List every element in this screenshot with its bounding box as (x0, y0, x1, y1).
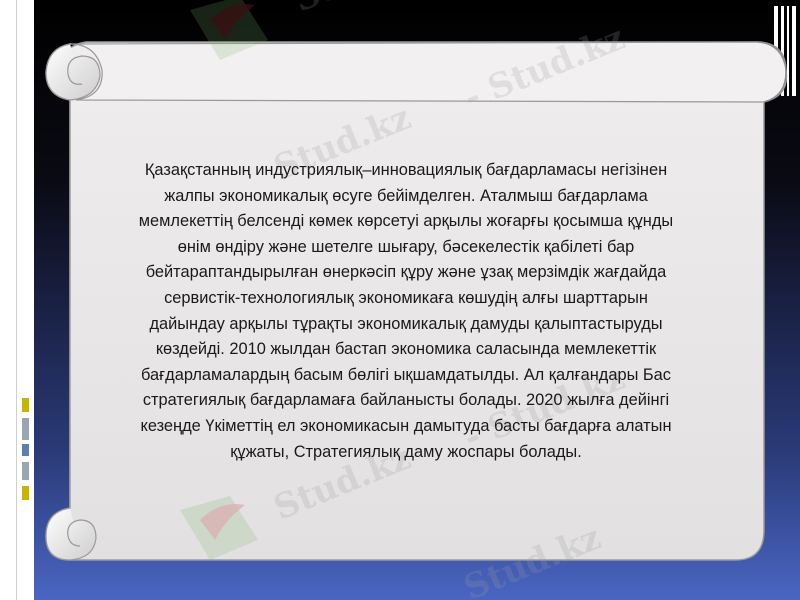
text-line: бағдарламалардың басым бөлігі ықшамдатыл… (141, 365, 671, 384)
text-line: Қазақстанның индустриялық–инновациялық б… (144, 161, 668, 179)
text-line: жалпы экономикалық өсуге бейімделген. Ат… (164, 186, 648, 205)
text-line: сервистік-технологиялық экономикаға көшу… (164, 288, 648, 307)
scroll-top-roll (69, 41, 788, 103)
slide-body-text: Қазақстанның индустриялық–инновациялық б… (72, 158, 740, 465)
text-line: өнім өндіру және шетелге шығару, бәсекел… (177, 237, 635, 256)
text-line: құжаты, Стратегиялық даму жоспары болады… (230, 442, 582, 461)
text-line: стратегиялық бағдарламаға байланысты бол… (142, 391, 670, 410)
text-line: көздейді. 2010 жылдан бастап экономика с… (155, 340, 657, 359)
text-line: бейтараптандырылған өнеркәсіп құру және … (145, 263, 667, 282)
text-line: мемлекеттің белсенді көмек көрсетуі арқы… (138, 212, 674, 231)
text-line: дайындау арқылы тұрақты экономикалық дам… (149, 314, 663, 333)
watermark-text: Stud.kz (288, 0, 436, 20)
text-line: кезеңде Үкіметтің ел экономикасын дамыту… (140, 416, 672, 435)
